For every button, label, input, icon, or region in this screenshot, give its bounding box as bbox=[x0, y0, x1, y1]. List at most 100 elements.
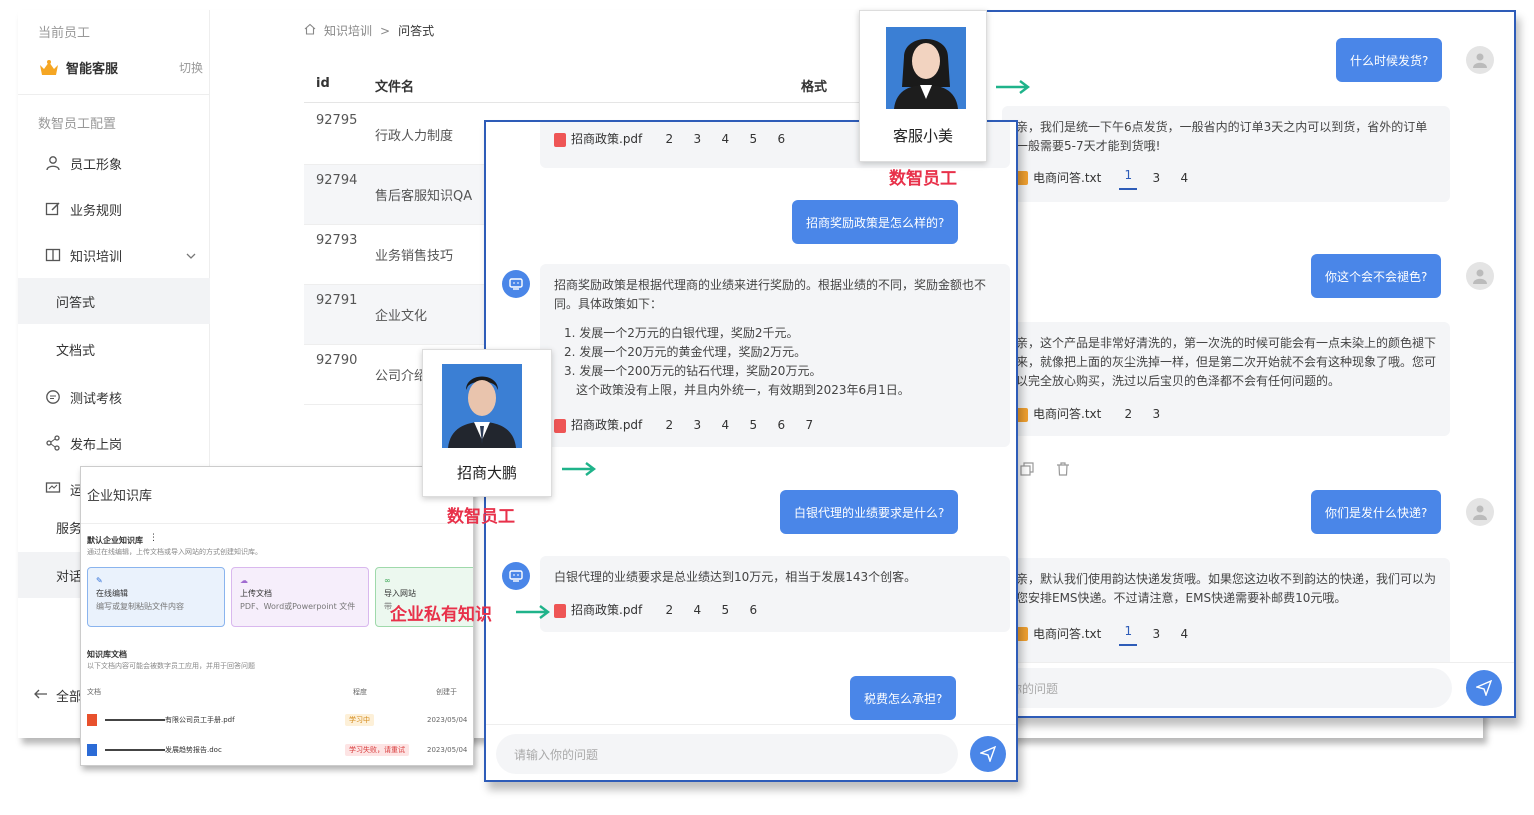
bot-message-text: 亲，默认我们使用韵达快递发货哦。如果您这边收不到韵达的快递，我们可以为您安排EM… bbox=[1016, 572, 1437, 605]
delete-icon[interactable] bbox=[1056, 462, 1070, 479]
chart-board-icon bbox=[44, 480, 62, 498]
private-knowledge-label: 企业私有知识 bbox=[390, 605, 492, 625]
citation-page[interactable]: 1 bbox=[1119, 166, 1138, 190]
bot-message: 白银代理的业绩要求是总业绩达到10万元，相当于发展143个创客。 招商政策.pd… bbox=[540, 556, 1010, 632]
doc-date: 2023/05/04 bbox=[427, 746, 468, 754]
divider bbox=[18, 94, 210, 95]
user-message: 白银代理的业绩要求是什么? bbox=[780, 490, 959, 534]
sidebar-item-docs[interactable]: 文档式 bbox=[18, 326, 210, 372]
citation-filename: 电商问答.txt bbox=[1033, 407, 1102, 421]
citation-page[interactable]: 3 bbox=[1147, 169, 1165, 188]
citation-filename: 招商政策.pdf bbox=[571, 418, 643, 432]
table-row[interactable]: 92795 行政人力制度 bbox=[304, 105, 504, 165]
citation-page[interactable]: 6 bbox=[772, 130, 790, 149]
sidebar-item-appearance[interactable]: 员工形象 bbox=[18, 140, 210, 186]
citation-page[interactable]: 4 bbox=[716, 130, 734, 149]
citation-page[interactable]: 7 bbox=[800, 416, 818, 435]
sidebar-item-rules[interactable]: 业务规则 bbox=[18, 186, 210, 232]
pdf-file-icon bbox=[554, 603, 566, 618]
citation-page[interactable]: 4 bbox=[1175, 625, 1193, 644]
col-header-id: id bbox=[316, 76, 330, 91]
tile-upload[interactable]: ☁ 上传文档 PDF、Word或Powerpoint 文件 bbox=[231, 567, 369, 627]
agent-name: 智能客服 bbox=[66, 62, 119, 77]
question-input[interactable]: 请输入你的问题 bbox=[956, 668, 1452, 708]
citation-file[interactable]: 招商政策.pdf bbox=[554, 416, 642, 435]
copy-icon[interactable] bbox=[1020, 462, 1034, 479]
citation-file[interactable]: 电商问答.txt bbox=[1016, 405, 1101, 424]
citation-page[interactable]: 5 bbox=[744, 130, 762, 149]
sidebar-item-label: 员工形象 bbox=[70, 157, 123, 173]
kb-doc-row[interactable]: 有限公司员工手册.pdf 学习中 2023/05/04 bbox=[87, 709, 471, 731]
citation-page[interactable]: 4 bbox=[1175, 169, 1193, 188]
breadcrumb-root[interactable]: 知识培训 bbox=[324, 22, 372, 39]
kb-col-doc: 文档 bbox=[87, 688, 101, 696]
ppt-file-icon bbox=[87, 714, 97, 726]
send-button[interactable] bbox=[1466, 670, 1502, 706]
switch-link[interactable]: 切换 bbox=[179, 59, 203, 76]
citation-page[interactable]: 6 bbox=[772, 416, 790, 435]
citation-page[interactable]: 2 bbox=[1119, 405, 1137, 424]
table-row[interactable]: 92793 业务销售技巧 bbox=[304, 225, 504, 285]
avatar-photo-male bbox=[442, 364, 522, 448]
user-avatar-icon bbox=[1466, 498, 1494, 526]
user-avatar-icon bbox=[1466, 46, 1494, 74]
sidebar-item-label: 文档式 bbox=[56, 343, 96, 359]
more-icon[interactable]: ⋮ bbox=[149, 533, 158, 543]
persona-tag-male: 数智员工 bbox=[447, 507, 515, 527]
bot-message-text: 亲，这个产品是非常好清洗的，第一次洗的时候可能会有一点未染上的颜色褪下来，就像把… bbox=[1016, 336, 1437, 388]
sidebar-item-label: 问答式 bbox=[56, 295, 96, 311]
kb-docs-title: 知识库文档 bbox=[87, 650, 127, 659]
bot-message: 亲，默认我们使用韵达快递发货哦。如果您这边收不到韵达的快递，我们可以为您安排EM… bbox=[1002, 558, 1450, 668]
citation-page[interactable]: 3 bbox=[688, 416, 706, 435]
pdf-file-icon bbox=[554, 418, 566, 433]
redacted-text bbox=[105, 719, 165, 721]
breadcrumb-sep: > bbox=[380, 23, 391, 38]
citation-page[interactable]: 3 bbox=[688, 130, 706, 149]
row-name: 售后客服知识QA bbox=[375, 189, 473, 204]
question-input[interactable]: 请输入你的问题 bbox=[496, 734, 958, 774]
tile-desc: PDF、Word或Powerpoint 文件 bbox=[240, 602, 356, 611]
list-item: 2. 发展一个20万元的黄金代理，奖励2万元。 bbox=[564, 345, 807, 359]
sidebar-item-test[interactable]: 测试考核 bbox=[18, 374, 210, 420]
citation-page[interactable]: 4 bbox=[688, 601, 706, 620]
sidebar-item-qa[interactable]: 问答式 bbox=[18, 278, 210, 324]
citation-page[interactable]: 2 bbox=[660, 130, 678, 149]
citation-page[interactable]: 3 bbox=[1147, 625, 1165, 644]
breadcrumb-current: 问答式 bbox=[398, 24, 435, 38]
sidebar-item-publish[interactable]: 发布上岗 bbox=[18, 420, 210, 466]
row-name: 行政人力制度 bbox=[375, 129, 454, 144]
user-message: 招商奖励政策是怎么样的? bbox=[792, 200, 959, 244]
chat-panel-ecommerce: 什么时候发货? 亲，我们是统一下午6点发货，一般省内的订单3天之内可以到货，省外… bbox=[940, 10, 1516, 718]
citation-page[interactable]: 5 bbox=[716, 601, 734, 620]
arrow-right-icon bbox=[562, 462, 596, 476]
sidebar-item-training[interactable]: 知识培训 bbox=[18, 232, 210, 278]
citation-page[interactable]: 2 bbox=[660, 416, 678, 435]
citation-row: 电商问答.txt 2 3 bbox=[1016, 405, 1436, 424]
table-row[interactable]: 92791 企业文化 bbox=[304, 285, 504, 345]
back-link[interactable]: 全部 bbox=[34, 686, 82, 705]
row-name: 业务销售技巧 bbox=[375, 249, 454, 264]
current-agent: 智能客服 切换 bbox=[38, 58, 203, 77]
table-row[interactable]: 92794 售后客服知识QA bbox=[304, 165, 504, 225]
kb-doc-row[interactable]: 发展趋势报告.doc 学习失败，请重试 2023/05/04 bbox=[87, 739, 471, 761]
send-icon bbox=[980, 746, 996, 762]
citation-file[interactable]: 招商政策.pdf bbox=[554, 601, 642, 620]
citation-page[interactable]: 2 bbox=[660, 601, 678, 620]
citation-page[interactable]: 4 bbox=[716, 416, 734, 435]
citation-page[interactable]: 6 bbox=[744, 601, 762, 620]
tile-title: 导入网站 bbox=[384, 589, 416, 598]
citation-row: 电商问答.txt 1 3 4 bbox=[1016, 166, 1436, 190]
citation-file[interactable]: 电商问答.txt bbox=[1016, 625, 1101, 644]
citation-page[interactable]: 5 bbox=[744, 416, 762, 435]
kb-default-title: 默认企业知识库 bbox=[87, 536, 143, 545]
tile-online-edit[interactable]: ✎ 在线编辑 编写或复制粘贴文件内容 bbox=[87, 567, 225, 627]
citation-file[interactable]: 招商政策.pdf bbox=[554, 130, 642, 149]
citation-file[interactable]: 电商问答.txt bbox=[1016, 169, 1101, 188]
citation-page[interactable]: 3 bbox=[1147, 405, 1165, 424]
tile-title: 上传文档 bbox=[240, 589, 272, 598]
breadcrumb: 知识培训 > 问答式 bbox=[304, 22, 434, 39]
citation-page[interactable]: 1 bbox=[1119, 622, 1138, 646]
crown-icon bbox=[40, 59, 58, 75]
send-button[interactable] bbox=[970, 736, 1006, 772]
kb-col-date: 创建于 bbox=[436, 688, 457, 696]
